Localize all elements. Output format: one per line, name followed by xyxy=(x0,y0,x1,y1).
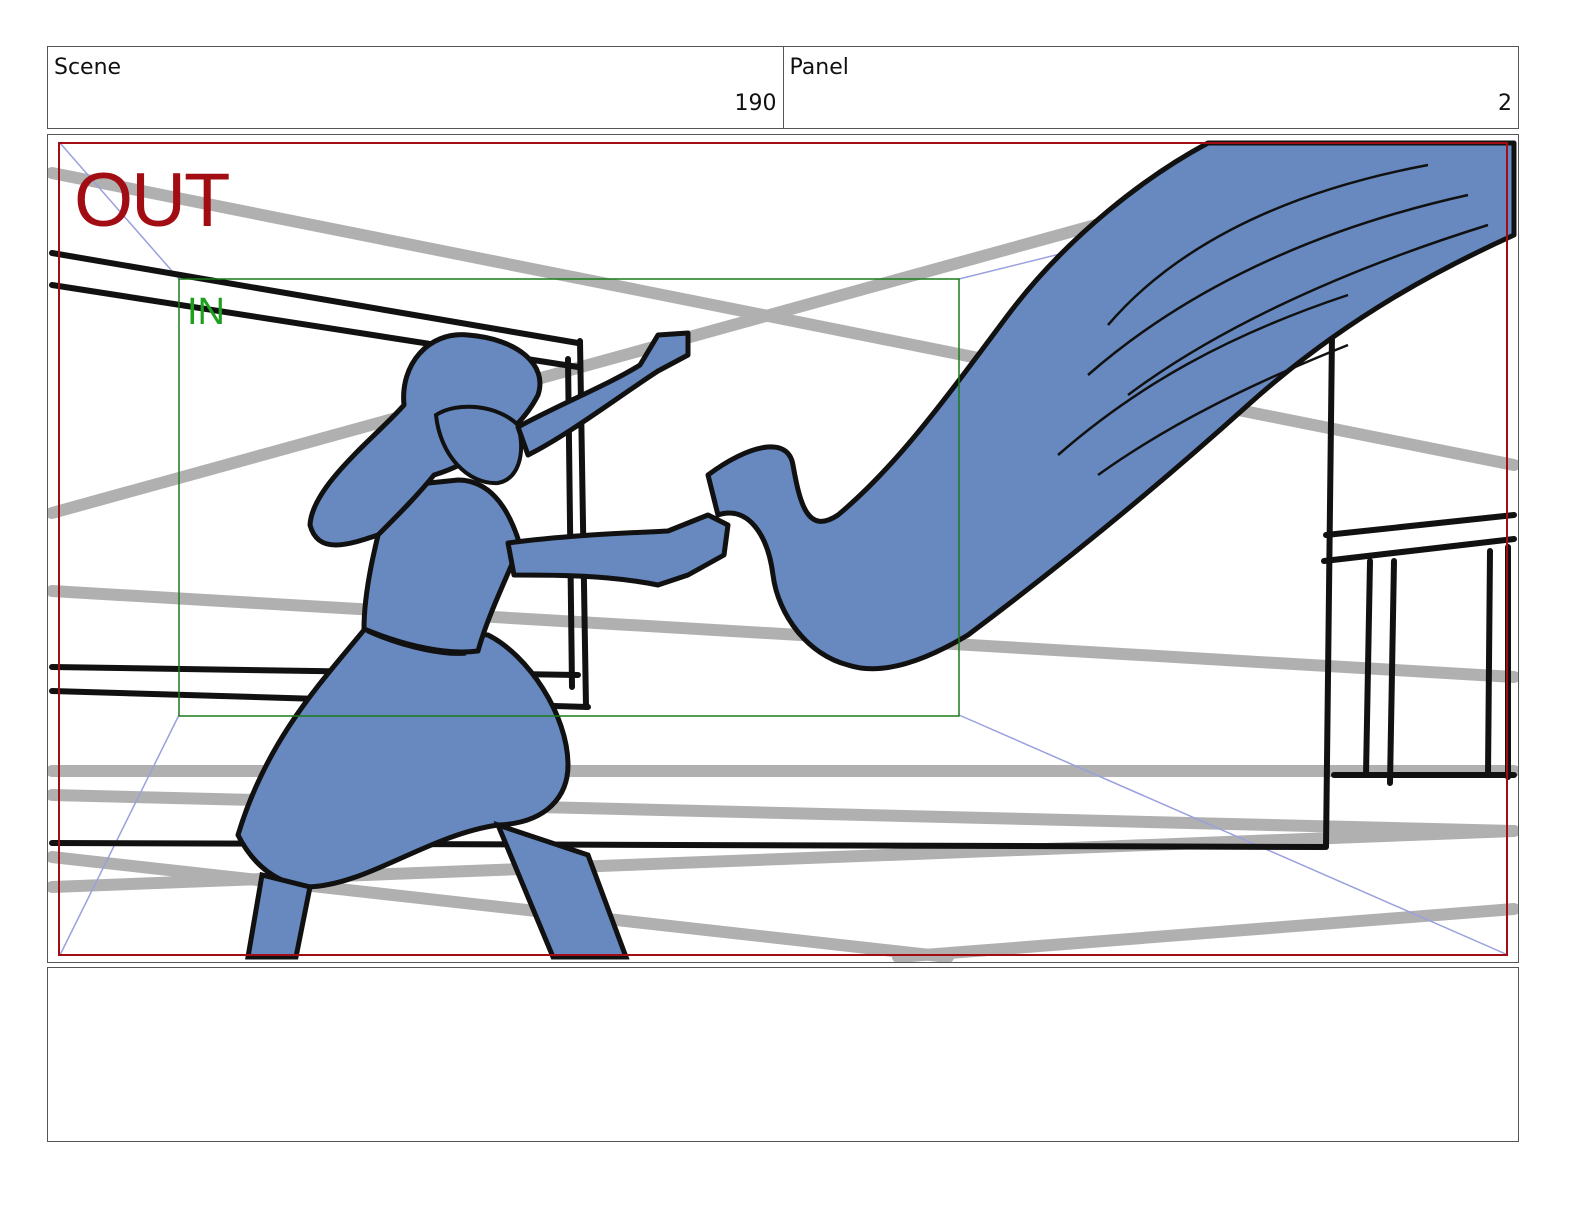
scene-number[interactable]: 190 xyxy=(735,91,777,116)
scene-label: Scene xyxy=(54,55,122,80)
scene-cell: Scene 190 xyxy=(48,47,783,128)
panel-label: Panel xyxy=(789,55,849,80)
storyboard-drawing xyxy=(48,140,1518,962)
panel-cell: Panel 2 xyxy=(782,47,1519,128)
in-frame-label: IN xyxy=(187,291,225,333)
storyboard-frame: OUT IN xyxy=(47,134,1519,963)
panel-number[interactable]: 2 xyxy=(1498,91,1512,116)
notes-area[interactable] xyxy=(47,967,1519,1142)
panel-header: Scene 190 Panel 2 xyxy=(47,46,1519,129)
out-frame-label: OUT xyxy=(74,158,230,243)
